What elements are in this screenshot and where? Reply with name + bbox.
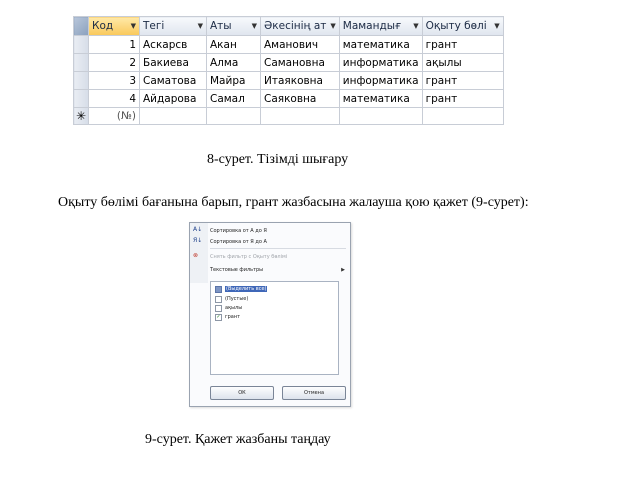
table-cell[interactable] [206,107,261,125]
row-spacer [503,53,527,72]
ok-button[interactable]: ОК [210,386,274,400]
list-item-empty[interactable]: (Пустые) [215,295,248,303]
filter-values-list: (Выделить все) (Пустые) ақылы ✓ грант [210,281,339,375]
instruction-paragraph: Оқыту бөлімі бағанына барып, грант жазба… [58,195,529,210]
menu-item-sort-desc[interactable]: Сортировка от Я до А [210,237,267,246]
column-header-label: Аты [210,20,232,32]
new-record-row[interactable]: ✳ (№) [73,107,527,125]
submenu-arrow-icon: ▶ [341,267,345,273]
table-cell[interactable]: математика [338,89,423,108]
column-header-surname[interactable]: Тегі ▼ [139,16,207,36]
menu-item-label: Снять фильтр с Оқыту бөлімі [210,253,288,260]
header-spacer [503,16,527,36]
table-cell[interactable]: информатика [338,53,423,72]
column-header-patronymic[interactable]: Әкесінің ат ▼ [260,16,340,36]
row-spacer [503,35,527,54]
table-cell[interactable]: ақылы [421,53,504,72]
table-cell[interactable]: 3 [88,71,140,90]
column-header-label: Оқыту бөлі [425,20,487,32]
table-row[interactable]: 3 Саматова Майра Итаяковна информатика г… [73,71,527,90]
checkbox-icon[interactable] [215,295,222,303]
list-item-label: (Выделить все) [225,286,268,292]
select-all-corner[interactable] [73,16,89,36]
menu-item-label: Сортировка от Я до А [210,238,267,245]
table-cell[interactable]: 2 [88,53,140,72]
menu-item-clear-filter: Снять фильтр с Оқыту бөлімі [210,252,287,261]
table-cell[interactable]: Алма [206,53,261,72]
table-cell[interactable]: Самал [206,89,261,108]
table-cell[interactable]: Аманович [260,35,340,54]
list-item-label: грант [225,314,241,320]
dropdown-arrow-icon[interactable]: ▼ [494,22,499,30]
figure-caption-8: 8-сурет. Тізімді шығару [207,152,349,167]
column-header-specialty[interactable]: Мамандығ ▼ [338,16,423,36]
list-item-select-all[interactable]: (Выделить все) [215,285,268,293]
list-item-label: (Пустые) [225,296,249,302]
table-cell[interactable]: 1 [88,35,140,54]
table-cell[interactable]: грант [421,71,504,90]
table-cell[interactable]: Аскарсв [139,35,207,54]
row-spacer [503,89,527,108]
figure-caption-9: 9-сурет. Қажет жазбаны таңдау [145,432,331,447]
dropdown-arrow-icon[interactable]: ▼ [131,22,136,30]
row-selector[interactable] [73,89,89,108]
sort-ascending-icon: A↓ [193,226,203,233]
row-spacer [503,71,527,90]
menu-item-sort-asc[interactable]: Сортировка от А до Я [210,226,267,235]
column-header-label: Код [92,20,114,32]
column-header-label: Әкесінің ат [264,20,327,32]
table-row[interactable]: 4 Айдарова Самал Саяковна математика гра… [73,89,527,108]
menu-item-label: Текстовые фильтры [210,266,264,273]
filter-menu: A↓ Сортировка от А до Я Я↓ Сортировка от… [189,222,351,407]
list-item-label: ақылы [225,305,243,311]
table-cell[interactable]: грант [421,35,504,54]
list-item-grant[interactable]: ✓ грант [215,313,240,321]
new-record-cell[interactable]: (№) [88,107,140,125]
table-cell[interactable]: Саяковна [260,89,340,108]
table-cell[interactable]: Акан [206,35,261,54]
dropdown-arrow-icon[interactable]: ▼ [330,22,335,30]
table-cell[interactable]: Майра [206,71,261,90]
table-cell[interactable]: Бакиева [139,53,207,72]
row-selector[interactable] [73,71,89,90]
list-item-akyly[interactable]: ақылы [215,304,242,312]
table-cell[interactable]: Самановна [260,53,340,72]
column-header-label: Мамандығ [342,20,402,32]
table-cell[interactable]: грант [421,89,504,108]
menu-item-label: Сортировка от А до Я [210,227,267,234]
sort-descending-icon: Я↓ [193,237,203,244]
header-row: Код ▼ Тегі ▼ Аты ▼ Әкесінің ат ▼ Мамандығ ▼ О… [73,16,527,36]
dropdown-arrow-icon[interactable]: ▼ [413,22,418,30]
table-cell[interactable]: математика [338,35,423,54]
row-selector[interactable] [73,35,89,54]
table-cell[interactable]: Айдарова [139,89,207,108]
table-cell[interactable] [338,107,423,125]
table-row[interactable]: 2 Бакиева Алма Самановна информатика ақы… [73,53,527,72]
table-cell[interactable]: Саматова [139,71,207,90]
table-cell[interactable]: информатика [338,71,423,90]
table-cell[interactable] [421,107,504,125]
dropdown-arrow-icon[interactable]: ▼ [252,22,257,30]
column-header-study-department[interactable]: Оқыту бөлі ▼ [421,16,504,36]
row-spacer [503,107,527,125]
table-row[interactable]: 1 Аскарсв Акан Аманович математика грант [73,35,527,54]
row-selector[interactable] [73,53,89,72]
cancel-button[interactable]: Отмена [282,386,346,400]
table-cell[interactable] [260,107,340,125]
column-header-name[interactable]: Аты ▼ [206,16,261,36]
table-cell[interactable]: 4 [88,89,140,108]
checkbox-icon[interactable] [215,285,222,293]
table-cell[interactable] [139,107,207,125]
checkbox-icon[interactable] [215,304,222,312]
menu-divider [210,248,346,249]
column-header-kod[interactable]: Код ▼ [88,16,140,36]
table-cell[interactable]: Итаяковна [260,71,340,90]
column-header-label: Тегі [143,20,165,32]
checkmark-icon[interactable]: ✓ [215,313,222,321]
dropdown-arrow-icon[interactable]: ▼ [198,22,203,30]
datasheet-table: Код ▼ Тегі ▼ Аты ▼ Әкесінің ат ▼ Мамандығ ▼ О… [73,16,527,125]
clear-filter-icon: ⊗ [193,252,199,259]
menu-item-text-filters[interactable]: Текстовые фильтры [210,265,263,274]
asterisk-icon: ✳ [73,107,89,125]
